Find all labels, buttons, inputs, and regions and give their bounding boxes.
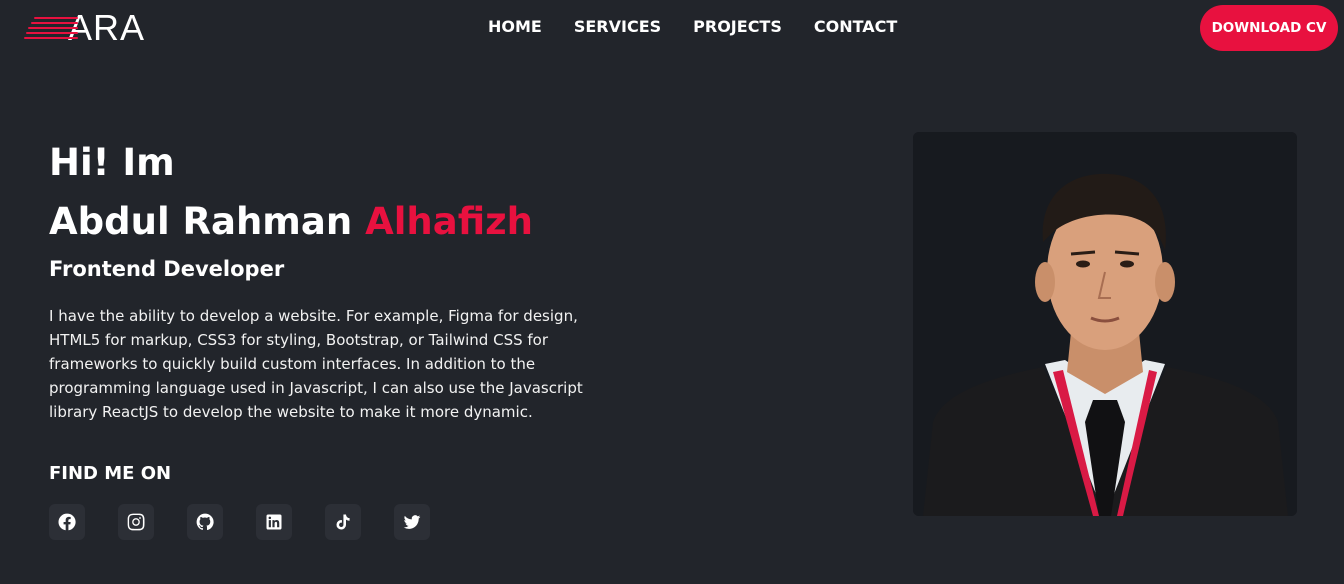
- nav-services[interactable]: SERVICES: [574, 16, 661, 38]
- instagram-icon: [127, 513, 145, 531]
- profile-illustration: [913, 132, 1297, 516]
- profile-photo: [913, 132, 1297, 516]
- brand-logo[interactable]: ARA: [24, 10, 145, 46]
- linkedin-link[interactable]: [256, 504, 292, 540]
- facebook-icon: [58, 513, 76, 531]
- github-icon: [196, 513, 214, 531]
- github-link[interactable]: [187, 504, 223, 540]
- hero-name: Abdul Rahman Alhafizh: [49, 198, 533, 246]
- instagram-link[interactable]: [118, 504, 154, 540]
- hero-name-first: Abdul Rahman: [49, 200, 353, 243]
- facebook-link[interactable]: [49, 504, 85, 540]
- nav-home[interactable]: HOME: [488, 16, 542, 38]
- social-links: [49, 504, 430, 540]
- page: ARA HOME SERVICES PROJECTS CONTACT DOWNL…: [0, 0, 1344, 584]
- hero-role: Frontend Developer: [49, 257, 285, 281]
- twitter-icon: [403, 515, 421, 529]
- download-cv-button[interactable]: DOWNLOAD CV: [1200, 5, 1338, 51]
- logo-stripes-icon: [24, 13, 80, 43]
- hero-name-accent: Alhafizh: [365, 200, 534, 243]
- main-nav: HOME SERVICES PROJECTS CONTACT: [488, 16, 897, 38]
- tiktok-icon: [336, 514, 350, 530]
- nav-contact[interactable]: CONTACT: [814, 16, 897, 38]
- social-heading: FIND ME ON: [49, 463, 172, 484]
- linkedin-icon: [266, 514, 282, 530]
- tiktok-link[interactable]: [325, 504, 361, 540]
- hero-bio: I have the ability to develop a website.…: [49, 307, 583, 421]
- nav-projects[interactable]: PROJECTS: [693, 16, 782, 38]
- hero-greeting: Hi! Im: [49, 141, 175, 184]
- twitter-link[interactable]: [394, 504, 430, 540]
